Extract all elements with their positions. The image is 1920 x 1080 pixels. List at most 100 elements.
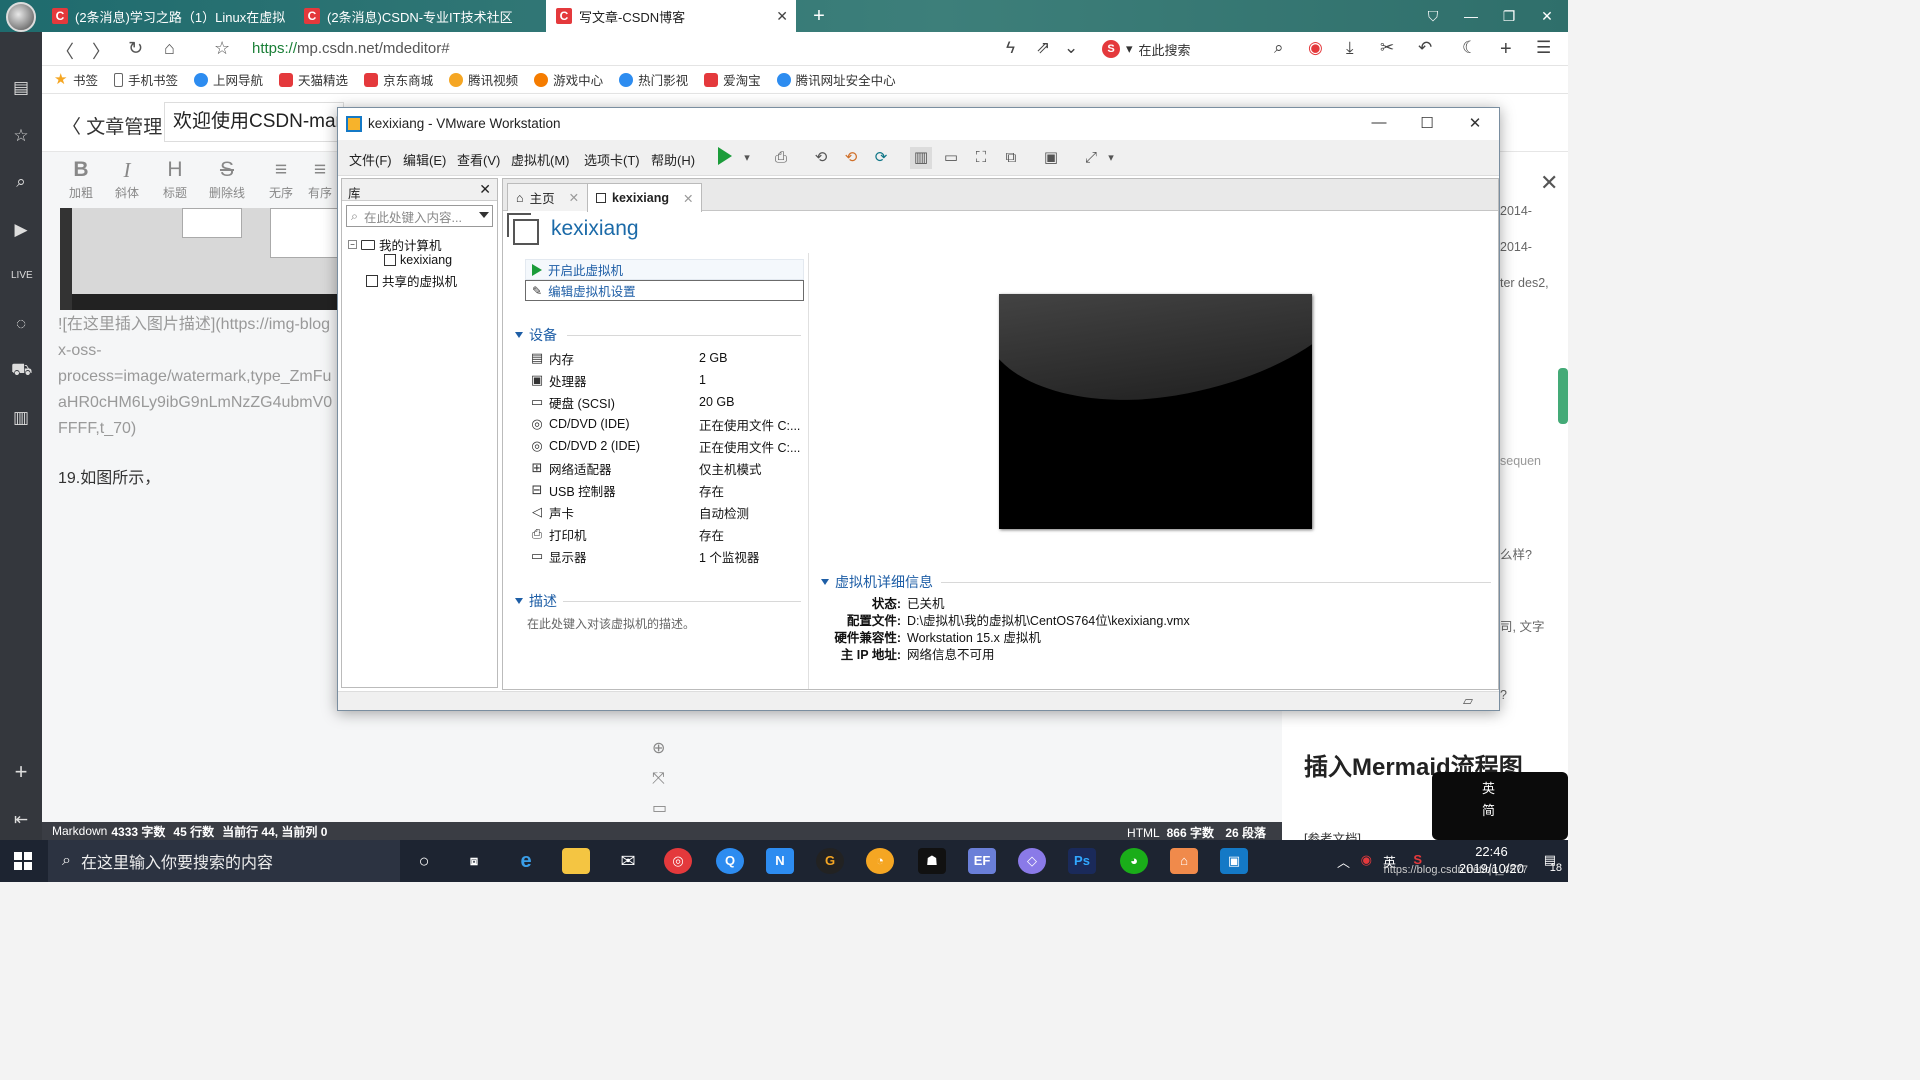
edge-icon[interactable]: e [512, 848, 540, 874]
bookmark-item[interactable]: 腾讯视频 [449, 70, 518, 89]
collapse-toggle-icon[interactable]: − [348, 240, 357, 249]
menu-file[interactable]: 文件(F) [349, 150, 392, 169]
library-view-icon[interactable]: ▥ [910, 147, 932, 169]
unordered-list-button[interactable]: ≡ 无序 [256, 158, 306, 201]
netease-music-icon[interactable]: ◎ [664, 848, 692, 874]
search-icon[interactable]: ⌕ [11, 172, 31, 192]
unity-icon[interactable]: ⧉ [1000, 147, 1022, 169]
scissors-icon[interactable]: ✂ [1380, 38, 1394, 58]
library-search-input[interactable]: ⌕ 在此处键入内容... [346, 205, 493, 227]
browser-tab-2[interactable]: C (2条消息)CSDN-专业IT技术社区 [294, 0, 544, 32]
live-icon[interactable]: LIVE [11, 266, 33, 286]
file-explorer-icon[interactable] [562, 848, 590, 874]
cortana-icon[interactable]: ○ [410, 848, 438, 874]
italic-button[interactable]: I 斜体 [102, 158, 152, 201]
locate-icon[interactable]: ⊕ [652, 734, 667, 764]
bookmark-item[interactable]: 腾讯网址安全中心 [776, 70, 896, 89]
qq-browser-icon[interactable]: Q [716, 848, 744, 874]
vmware-title-bar[interactable]: kexixiang - VMware Workstation — ☐ ✕ [338, 108, 1499, 140]
power-on-icon[interactable] [718, 147, 732, 165]
home-icon[interactable]: ⌂ [164, 38, 175, 59]
star-icon[interactable]: ☆ [214, 38, 230, 59]
ordered-list-button[interactable]: ≡ 有序 [302, 158, 338, 201]
search-box[interactable]: S ▾ 在此搜索 [1102, 36, 1302, 62]
console-icon[interactable]: ▣ [1040, 147, 1062, 169]
app-g-icon[interactable]: G [816, 848, 844, 874]
reload-icon[interactable]: ↻ [128, 38, 143, 59]
url-field[interactable]: https://mp.csdn.net/mdeditor# [252, 40, 450, 57]
description-placeholder[interactable]: 在此处键入对该虚拟机的描述。 [527, 615, 695, 632]
bookmark-item[interactable]: 天猫精选 [279, 70, 348, 89]
device-row[interactable]: ⊟ USB 控制器 存在 [529, 479, 819, 501]
device-row[interactable]: ⊞ 网络适配器 仅主机模式 [529, 457, 819, 479]
cart-icon[interactable]: ⛟ [11, 360, 32, 380]
menu-icon[interactable]: ☰ [1536, 38, 1551, 58]
tab-kexixiang[interactable]: kexixiang ✕ [587, 183, 703, 212]
photoshop-icon[interactable]: Ps [1068, 848, 1096, 874]
minimize-icon[interactable]: — [1356, 114, 1402, 136]
send-keys-icon[interactable]: ⎙ [770, 147, 792, 169]
taskbar-clock[interactable]: 22:46 2019/10/20 [1459, 843, 1524, 877]
bookmark-item[interactable]: 热门影视 [619, 70, 688, 89]
menu-tabs[interactable]: 选项卡(T) [584, 150, 640, 169]
user-avatar[interactable] [6, 2, 36, 32]
undo-icon[interactable]: ↶ [1418, 38, 1432, 58]
book-icon[interactable]: ▥ [11, 408, 31, 428]
app-mask-icon[interactable]: ☗ [918, 848, 946, 874]
new-tab-icon[interactable]: + [800, 0, 838, 32]
minimize-icon[interactable]: — [1452, 0, 1490, 32]
news-icon[interactable]: ▤ [11, 78, 31, 98]
chat-icon[interactable]: ◌ [11, 314, 31, 334]
app-bird-icon[interactable]: ◔ [866, 848, 894, 874]
chevron-down-icon[interactable]: ⌄ [1064, 38, 1078, 58]
expand-icon[interactable]: ⤧ [652, 764, 667, 794]
menu-help[interactable]: 帮助(H) [651, 150, 695, 169]
device-row[interactable]: ◎ CD/DVD 2 (IDE) 正在使用文件 C:... [529, 435, 819, 457]
favorites-icon[interactable]: ☆ [11, 126, 31, 146]
forward-icon[interactable]: 〉 [92, 38, 110, 64]
preview-icon[interactable]: ▭ [652, 794, 667, 824]
snapshot-icon[interactable]: ⟲ [810, 147, 832, 169]
bookmark-item[interactable]: 游戏中心 [534, 70, 603, 89]
ime-floating-widget[interactable]: 英 简 [1432, 772, 1568, 840]
app-box-icon[interactable]: ⌂ [1170, 848, 1198, 874]
device-row[interactable]: ▭ 硬盘 (SCSI) 20 GB [529, 391, 819, 413]
shirt-icon[interactable]: ⛉ [1414, 0, 1452, 32]
article-title-input[interactable]: 欢迎使用CSDN-mar [164, 102, 344, 142]
vmware-taskbar-icon[interactable]: ▣ [1220, 848, 1248, 874]
close-tab-icon[interactable]: ✕ [683, 191, 693, 206]
share-icon[interactable]: ⇗ [1036, 38, 1050, 58]
taskbar-search-box[interactable]: ⌕ 在这里输入你要搜索的内容 [48, 840, 400, 882]
lightning-icon[interactable]: ϟ [1006, 38, 1015, 58]
close-icon[interactable]: ✕ [1452, 114, 1498, 136]
close-icon[interactable]: ✕ [1528, 0, 1566, 32]
power-on-vm-link[interactable]: 开启此虚拟机 [525, 259, 804, 280]
heading-button[interactable]: H 标题 [150, 158, 200, 201]
device-row[interactable]: ▣ 处理器 1 [529, 369, 819, 391]
menu-vm[interactable]: 虚拟机(M) [511, 150, 570, 169]
menu-edit[interactable]: 编辑(E) [403, 150, 446, 169]
restore-icon[interactable]: ❐ [1490, 0, 1528, 32]
night-mode-icon[interactable]: ☾ [1462, 38, 1477, 58]
bold-button[interactable]: B 加粗 [56, 158, 106, 201]
maximize-icon[interactable]: ☐ [1404, 114, 1450, 136]
video-icon[interactable]: ▶ [11, 220, 31, 240]
vm-details-section-header[interactable]: 虚拟机详细信息 [821, 572, 933, 592]
task-view-icon[interactable]: ⧈ [460, 848, 488, 874]
bookmark-item[interactable]: 手机书签 [114, 70, 178, 89]
tab-home[interactable]: ⌂ 主页 ✕ [507, 183, 589, 211]
vm-screen-thumbnail[interactable] [999, 294, 1312, 529]
mail-icon[interactable]: ✉ [614, 848, 642, 874]
chevron-down-icon[interactable]: ▾ [736, 147, 758, 169]
description-section-header[interactable]: 描述 [515, 591, 557, 611]
search-engine-dropdown-icon[interactable]: ▾ [1126, 41, 1133, 57]
fullscreen-icon[interactable]: ⛶ [970, 147, 992, 169]
bookmark-item[interactable]: 爱淘宝 [704, 70, 761, 89]
app-cube-icon[interactable]: ◇ [1018, 848, 1046, 874]
device-row[interactable]: ⎙ 打印机 存在 [529, 523, 819, 545]
close-tab-icon[interactable]: ✕ [776, 8, 788, 25]
snapshot-manager-icon[interactable]: ⟳ [870, 147, 892, 169]
bookmark-item[interactable]: 上网导航 [194, 70, 263, 89]
tree-my-computer[interactable]: − 我的计算机 [348, 235, 442, 254]
game-icon[interactable]: ◉ [1308, 38, 1323, 58]
